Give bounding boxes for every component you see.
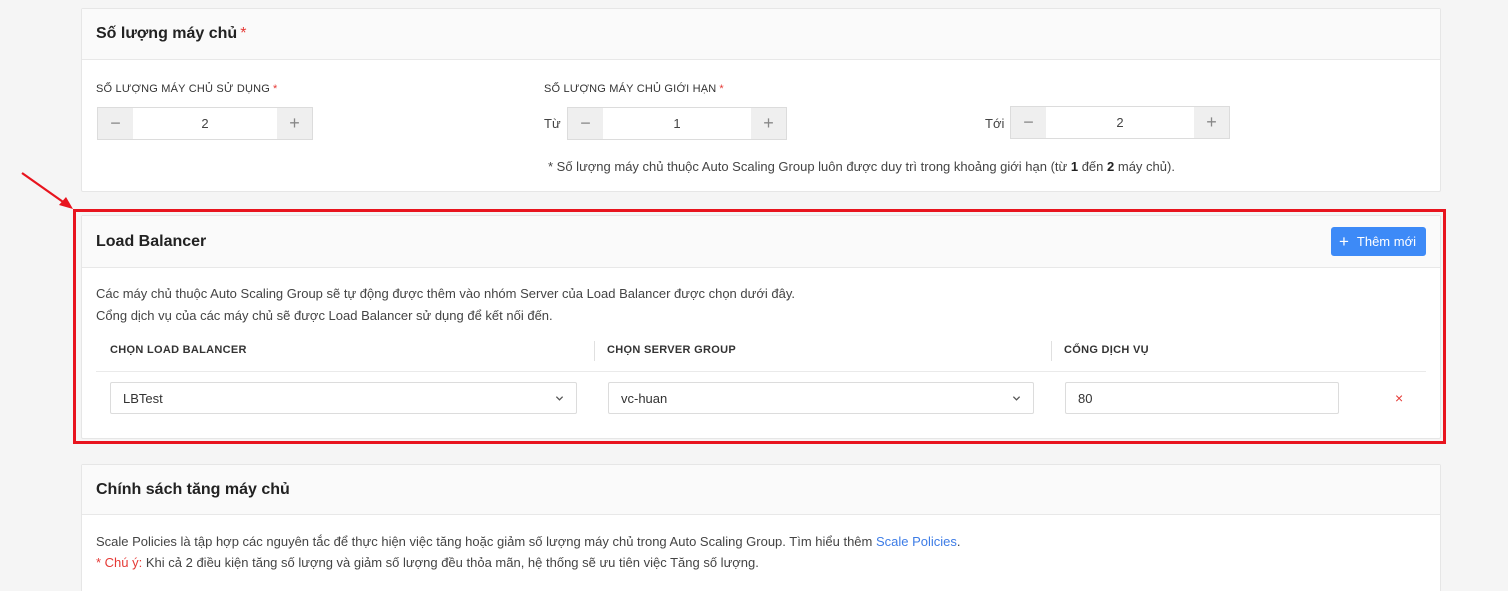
min-servers-value[interactable]: 1 [603,108,751,139]
max-decrement-button[interactable]: − [1011,107,1046,138]
remove-row-icon[interactable]: × [1395,390,1403,406]
scale-policy-header: Chính sách tăng máy chủ [82,465,1440,515]
policy-note-label: * Chú ý: [96,555,143,570]
used-servers-label-text: SỐ LƯỢNG MÁY CHỦ SỬ DỤNG [96,83,271,95]
column-divider [1051,341,1052,361]
limit-servers-label: SỐ LƯỢNG MÁY CHỦ GIỚI HẠN * [544,83,724,95]
column-header-service-port: CỔNG DỊCH VỤ [1064,344,1149,356]
min-increment-button[interactable]: + [751,108,786,139]
load-balancer-selected-value: LBTest [123,390,163,406]
scale-policy-title: Chính sách tăng máy chủ [96,480,290,498]
server-group-select[interactable]: vc-huan [608,382,1034,414]
scale-policy-card: Chính sách tăng máy chủ Scale Policies l… [81,464,1441,591]
max-servers-value[interactable]: 2 [1046,107,1194,138]
service-port-input[interactable]: 80 [1065,382,1339,414]
increment-button[interactable]: + [277,108,312,139]
limit-servers-label-text: SỐ LƯỢNG MÁY CHỦ GIỚI HẠN [544,83,717,95]
policy-description-end: . [956,534,961,549]
used-servers-label: SỐ LƯỢNG MÁY CHỦ SỬ DỤNG * [96,83,278,95]
lb-description-line-2: Cổng dịch vụ của các máy chủ sẽ được Loa… [96,308,553,323]
hint-prefix: * Số lượng máy chủ thuộc Auto Scaling Gr… [548,159,1071,174]
column-header-load-balancer: CHỌN LOAD BALANCER [110,344,247,356]
policy-note-text: Khi cả 2 điều kiện tăng số lượng và giảm… [142,555,759,570]
hint-mid: đến [1078,159,1108,174]
header-divider [96,371,1426,372]
to-label: Tới [985,116,1005,131]
add-new-label: Thêm mới [1356,234,1416,249]
min-servers-stepper: − 1 + [567,107,787,140]
min-decrement-button[interactable]: − [568,108,603,139]
server-group-selected-value: vc-huan [621,390,668,406]
chevron-down-icon [1012,395,1021,401]
policy-note: * Chú ý: Khi cả 2 điều kiện tăng số lượn… [96,555,759,570]
required-mark: * [240,25,247,42]
scale-policies-link[interactable]: Scale Policies [876,534,957,549]
load-balancer-select[interactable]: LBTest [110,382,577,414]
used-servers-stepper: − 2 + [97,107,313,140]
server-count-card: Số lượng máy chủ * SỐ LƯỢNG MÁY CHỦ SỬ D… [81,8,1441,192]
max-increment-button[interactable]: + [1194,107,1229,138]
plus-icon: + [1338,232,1349,251]
hint-min: 1 [1070,159,1079,174]
lb-description-line-1: Các máy chủ thuộc Auto Scaling Group sẽ … [96,286,795,301]
policy-description-text: Scale Policies là tập hợp các nguyên tắc… [96,534,876,549]
hint-suffix: máy chủ). [1114,159,1175,174]
server-count-header: Số lượng máy chủ * [82,9,1440,60]
used-servers-value[interactable]: 2 [133,108,277,139]
limit-hint: * Số lượng máy chủ thuộc Auto Scaling Gr… [548,159,1175,174]
from-label: Từ [544,116,561,131]
policy-description: Scale Policies là tập hợp các nguyên tắc… [96,534,961,549]
column-header-server-group: CHỌN SERVER GROUP [607,344,736,356]
chevron-down-icon [555,395,564,401]
load-balancer-header: Load Balancer [82,216,1440,268]
decrement-button[interactable]: − [98,108,133,139]
server-count-title: Số lượng máy chủ [96,25,238,42]
load-balancer-title: Load Balancer [96,232,207,250]
annotation-arrow-icon [21,172,73,209]
required-mark: * [719,83,724,95]
load-balancer-card: Load Balancer + Thêm mới Các máy chủ thu… [81,215,1441,439]
max-servers-stepper: − 2 + [1010,106,1230,139]
required-mark: * [273,83,278,95]
column-divider [594,341,595,361]
add-new-button[interactable]: + Thêm mới [1330,227,1426,256]
